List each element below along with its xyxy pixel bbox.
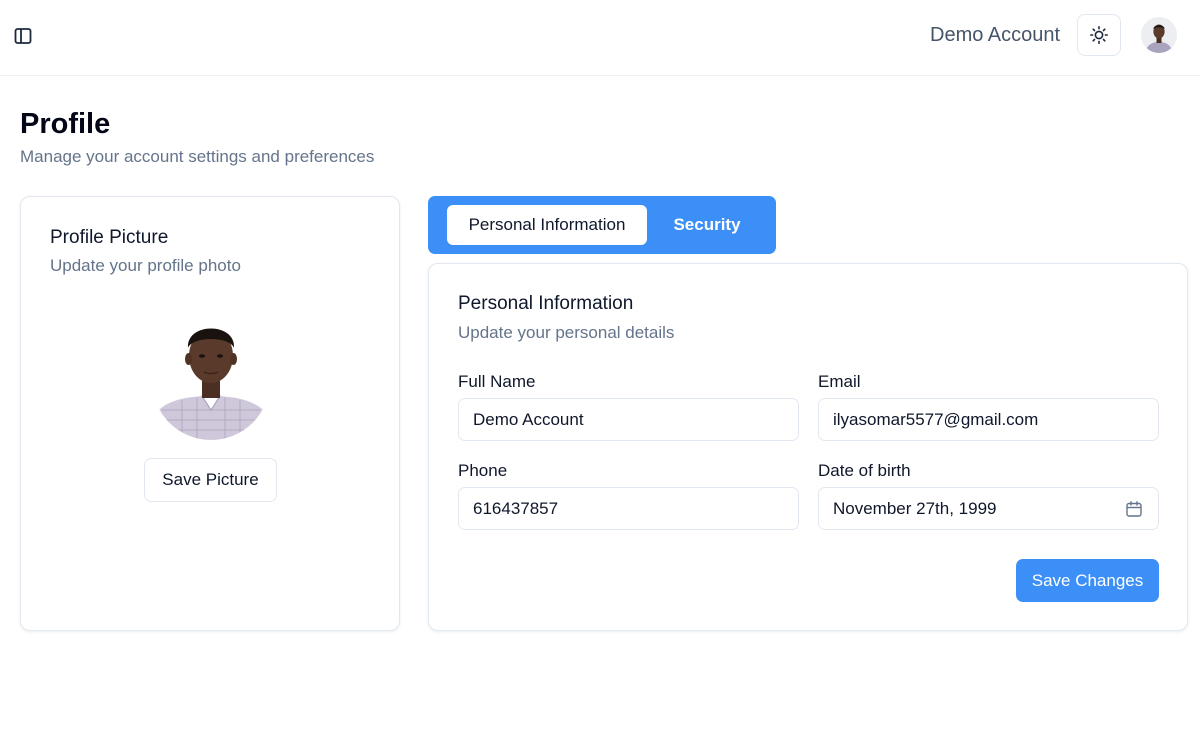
email-label: Email xyxy=(818,372,861,391)
sidebar-toggle-button[interactable] xyxy=(8,21,38,51)
profile-photo-image xyxy=(152,310,270,440)
full-name-input[interactable] xyxy=(458,398,799,441)
personal-information-subtitle: Update your personal details xyxy=(458,323,675,342)
user-avatar-icon xyxy=(1141,17,1177,53)
personal-information-title: Personal Information xyxy=(458,293,634,314)
tab-security[interactable]: Security xyxy=(647,205,767,245)
profile-tabs: Personal Information Security xyxy=(428,196,776,254)
profile-photo xyxy=(152,310,270,440)
page-title: Profile xyxy=(20,108,111,140)
calendar-icon xyxy=(1126,501,1142,517)
top-bar: Demo Account xyxy=(0,0,1200,76)
save-picture-button[interactable]: Save Picture xyxy=(144,458,277,502)
date-of-birth-value: November 27th, 1999 xyxy=(833,498,997,518)
full-name-label: Full Name xyxy=(458,372,536,391)
account-name: Demo Account xyxy=(930,24,1061,46)
phone-input[interactable] xyxy=(458,487,799,530)
theme-toggle-button[interactable] xyxy=(1077,14,1121,56)
personal-information-card: Personal Information Update your persona… xyxy=(428,263,1188,631)
email-field[interactable] xyxy=(818,398,1159,441)
avatar[interactable] xyxy=(1141,17,1177,53)
page-subtitle: Manage your account settings and prefere… xyxy=(20,147,375,166)
date-of-birth-picker[interactable]: November 27th, 1999 xyxy=(818,487,1159,530)
profile-picture-card: Profile Picture Update your profile phot… xyxy=(20,196,400,631)
save-changes-button[interactable]: Save Changes xyxy=(1016,559,1159,602)
phone-label: Phone xyxy=(458,461,508,480)
date-of-birth-label: Date of birth xyxy=(818,461,911,480)
profile-picture-title: Profile Picture xyxy=(50,227,169,248)
profile-picture-subtitle: Update your profile photo xyxy=(50,256,241,275)
tab-personal-information[interactable]: Personal Information xyxy=(447,205,647,245)
sun-icon xyxy=(1089,25,1109,45)
sidebar-panel-icon xyxy=(14,28,32,44)
